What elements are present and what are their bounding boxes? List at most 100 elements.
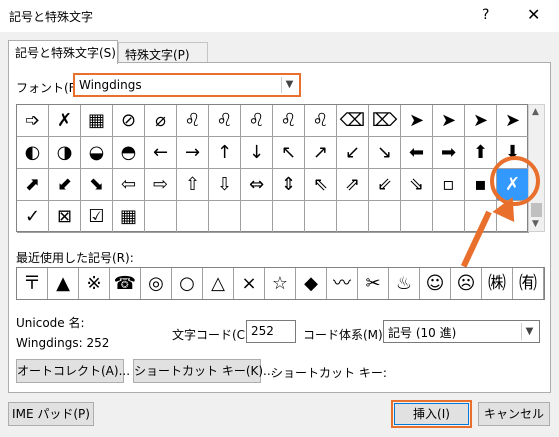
recent-symbol-cell[interactable]: × [234, 268, 265, 299]
symbol-cell[interactable]: ⇕ [273, 169, 305, 201]
symbol-cell[interactable]: ⬈ [17, 169, 49, 201]
recent-symbol-cell[interactable]: 〒 [17, 268, 48, 299]
chevron-down-icon[interactable]: ▼ [521, 323, 537, 340]
symbol-cell[interactable]: ⇨ [145, 169, 177, 201]
symbol-cell[interactable]: ✓ [17, 201, 49, 233]
symbol-cell[interactable] [337, 201, 369, 233]
symbol-cell[interactable]: ◐ [17, 137, 49, 169]
symbol-cell[interactable]: ⬆ [465, 137, 497, 169]
symbol-cell[interactable]: ⇧ [177, 169, 209, 201]
symbol-cell[interactable]: ➤ [401, 105, 433, 137]
symbol-cell[interactable] [209, 201, 241, 233]
symbol-cell[interactable]: ✗ [49, 105, 81, 137]
recent-symbol-cell[interactable]: ㈱ [482, 268, 513, 299]
symbol-grid[interactable]: ➩ ✗ ▦ ⊘ ⌀ ♌ ♌ ♌ ♌ ♌ ⌫ ⌦ ➤ ➤ ➤ ➤ ◐ ◑ ◒ ◓ ← → ↑ ↓ ↖ ↗ ↙ ↘ ⬅ ➡ ⬆ ⬇ ⬈ ⬋ ⬊ ⇦ ⇨ ⇧ ⇩ ⇔… [16, 104, 529, 233]
symbol-cell[interactable]: ⬋ [49, 169, 81, 201]
recent-symbol-cell[interactable]: ☆ [265, 268, 296, 299]
symbol-cell[interactable]: ♌ [273, 105, 305, 137]
symbol-cell[interactable]: ⬅ [401, 137, 433, 169]
symbol-cell[interactable]: ◓ [113, 137, 145, 169]
symbol-cell[interactable]: ⇗ [337, 169, 369, 201]
symbol-cell[interactable]: ➤ [465, 105, 497, 137]
symbol-cell[interactable] [273, 201, 305, 233]
ime-pad-button[interactable]: IME パッド(P) [8, 402, 94, 426]
tab-symbols[interactable]: 記号と特殊文字(S) [8, 40, 118, 64]
symbol-cell[interactable]: ♌ [177, 105, 209, 137]
symbol-cell[interactable]: ↘ [369, 137, 401, 169]
symbol-cell[interactable]: ☑ [81, 201, 113, 233]
char-code-input[interactable]: 252 [246, 320, 296, 343]
recent-symbol-cell[interactable]: ▲ [48, 268, 79, 299]
recent-symbols-grid[interactable]: 〒 ▲ ※ ☎ ◎ ○ △ × ☆ ◆ 〰 ✂ ♨ ☺ ☹ ㈱㈲ [16, 267, 545, 300]
symbol-cell[interactable]: ⇙ [369, 169, 401, 201]
grid-scrollbar[interactable]: ▲ ▼ [528, 104, 545, 232]
symbol-cell[interactable]: ⌀ [145, 105, 177, 137]
symbol-cell[interactable]: ⊘ [113, 105, 145, 137]
scroll-down-icon[interactable]: ▼ [532, 219, 539, 229]
symbol-cell[interactable] [433, 201, 465, 233]
symbol-cell[interactable]: ↑ [209, 137, 241, 169]
symbol-cell[interactable]: ↗ [305, 137, 337, 169]
symbol-cell[interactable]: ♌ [209, 105, 241, 137]
autocorrect-button[interactable]: オートコレクト(A)... [16, 359, 130, 383]
recent-symbol-cell[interactable]: △ [203, 268, 234, 299]
symbol-cell[interactable]: ⌦ [369, 105, 401, 137]
symbol-cell[interactable] [305, 201, 337, 233]
symbol-cell[interactable]: ➩ [17, 105, 49, 137]
recent-symbol-cell[interactable]: ☹ [451, 268, 482, 299]
help-button[interactable]: ? [482, 7, 489, 23]
insert-button[interactable]: 挿入(I) [391, 400, 472, 428]
chevron-down-icon[interactable]: ▼ [281, 77, 297, 93]
symbol-cell[interactable]: → [177, 137, 209, 169]
symbol-cell[interactable]: ▦ [81, 105, 113, 137]
recent-symbol-cell[interactable]: ✂ [358, 268, 389, 299]
symbol-cell[interactable]: ⇔ [241, 169, 273, 201]
recent-symbol-cell[interactable]: 〰 [327, 268, 358, 299]
scroll-thumb[interactable] [531, 203, 542, 217]
symbol-cell[interactable]: ⊠ [49, 201, 81, 233]
symbol-cell[interactable] [145, 201, 177, 233]
recent-symbol-cell[interactable]: ☺ [420, 268, 451, 299]
scroll-up-icon[interactable]: ▲ [532, 107, 539, 117]
symbol-cell[interactable]: ◒ [81, 137, 113, 169]
symbol-cell[interactable]: ⇘ [401, 169, 433, 201]
symbol-cell[interactable]: ⇦ [113, 169, 145, 201]
symbol-cell[interactable] [369, 201, 401, 233]
cancel-button[interactable]: キャンセル [478, 402, 550, 426]
symbol-cell[interactable]: ⬊ [81, 169, 113, 201]
insert-button-label: 挿入(I) [394, 403, 469, 425]
code-system-dropdown[interactable]: 記号 (10 進) ▼ [383, 320, 540, 343]
symbol-cell[interactable] [241, 201, 273, 233]
symbol-cell[interactable] [177, 201, 209, 233]
symbol-cell[interactable]: ↙ [337, 137, 369, 169]
recent-symbol-cell[interactable]: ♨ [389, 268, 420, 299]
symbol-cell[interactable]: ↓ [241, 137, 273, 169]
recent-symbol-cell[interactable]: ☎ [110, 268, 141, 299]
recent-symbol-cell[interactable]: ㈲ [513, 268, 544, 299]
tab-special-characters[interactable]: 特殊文字(P) [118, 42, 208, 62]
symbol-cell[interactable]: ➤ [433, 105, 465, 137]
recent-symbol-cell[interactable]: ◆ [296, 268, 327, 299]
recent-symbol-cell[interactable]: ※ [79, 268, 110, 299]
font-value: Wingdings [79, 78, 142, 92]
symbol-cell[interactable] [401, 201, 433, 233]
symbol-cell[interactable]: ▦ [113, 201, 145, 233]
symbol-cell[interactable]: ↖ [273, 137, 305, 169]
symbol-cell[interactable]: ⇖ [305, 169, 337, 201]
symbol-cell[interactable]: ➤ [497, 105, 529, 137]
close-button[interactable]: ✕ [527, 5, 540, 24]
symbol-cell[interactable]: ⇩ [209, 169, 241, 201]
font-dropdown[interactable]: Wingdings ▼ [73, 73, 301, 97]
shortcut-key-button[interactable]: ショートカット キー(K)... [133, 359, 275, 383]
symbol-cell[interactable]: ➡ [433, 137, 465, 169]
symbol-cell[interactable]: ⬇ [497, 137, 529, 169]
symbol-cell[interactable]: ◑ [49, 137, 81, 169]
symbol-cell[interactable]: ▪ [465, 169, 497, 201]
symbol-cell[interactable]: ▫ [433, 169, 465, 201]
recent-symbol-cell[interactable]: ○ [172, 268, 203, 299]
symbol-cell[interactable]: ♌ [241, 105, 273, 137]
symbol-cell[interactable]: ⌫ [337, 105, 369, 137]
recent-symbol-cell[interactable]: ◎ [141, 268, 172, 299]
symbol-cell[interactable]: ♌ [305, 105, 337, 137]
symbol-cell[interactable]: ← [145, 137, 177, 169]
